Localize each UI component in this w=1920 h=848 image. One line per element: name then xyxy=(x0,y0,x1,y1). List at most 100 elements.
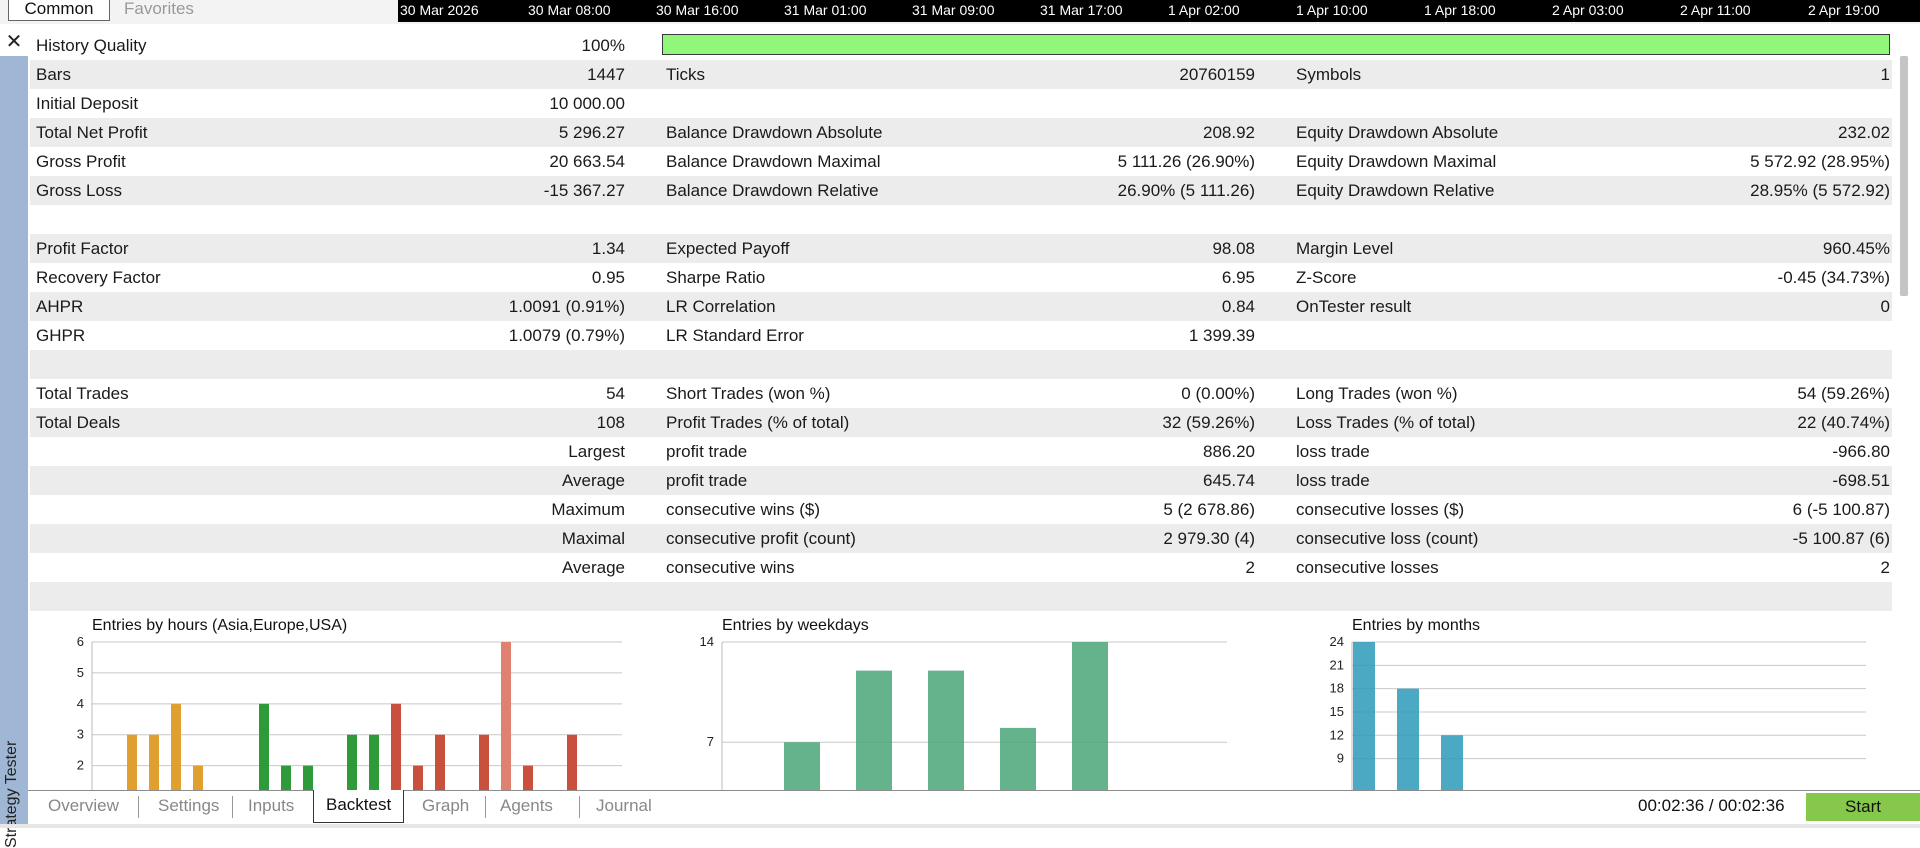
stats-spacer xyxy=(30,350,1892,379)
stats-row: Maximal consecutive profit (count) 2 979… xyxy=(30,524,1892,553)
bar xyxy=(347,734,357,790)
stats-row: Initial Deposit 10 000.00 xyxy=(30,89,1892,118)
time-tick: 30 Mar 2026 xyxy=(400,2,479,18)
long-trades-value: 54 (59.26%) xyxy=(1797,384,1890,403)
bar xyxy=(1441,735,1463,790)
bar xyxy=(1000,727,1036,790)
bar xyxy=(149,734,159,790)
vertical-scrollbar[interactable] xyxy=(1900,56,1908,296)
gross-profit-value: 20 663.54 xyxy=(549,152,625,171)
chart-entries-by-hours: Entries by hours (Asia,Europe,USA) 23456 xyxy=(30,612,630,790)
stats-row: Total Trades 54 Short Trades (won %) 0 (… xyxy=(30,379,1892,408)
time-tick: 31 Mar 01:00 xyxy=(784,2,867,18)
avg-consec-wins-value: 2 xyxy=(1245,558,1255,577)
short-trades-value: 0 (0.00%) xyxy=(1181,384,1255,403)
sharpe-ratio-value: 6.95 xyxy=(1221,268,1255,287)
stats-row: Bars 1447 Ticks 20760159 Symbols 1 xyxy=(30,60,1892,89)
tab-common[interactable]: Common xyxy=(8,0,110,21)
stats-row: History Quality 100% xyxy=(30,31,1892,60)
bar xyxy=(1397,688,1419,790)
bar xyxy=(127,734,137,790)
y-tick-label: 21 xyxy=(1330,657,1344,672)
y-tick-label: 9 xyxy=(1337,751,1344,766)
stats-row: Profit Factor 1.34 Expected Payoff 98.08… xyxy=(30,234,1892,263)
bar xyxy=(856,670,892,790)
total-net-profit-value: 5 296.27 xyxy=(558,123,625,142)
maximal-consec-profit-value: 2 979.30 (4) xyxy=(1163,529,1255,548)
elapsed-timer: 00:02:36 / 00:02:36 xyxy=(1638,796,1785,815)
y-tick-label: 5 xyxy=(77,665,84,680)
chart-entries-by-weekdays: Entries by weekdays 7 14 xyxy=(660,612,1260,790)
bottom-tab-bar: Overview Settings Inputs Backtest Graph … xyxy=(28,790,1920,825)
strategy-tester-sidebar: ✕ Strategy Tester xyxy=(0,28,28,848)
tab-overview[interactable]: Overview xyxy=(36,791,131,821)
profit-factor-value: 1.34 xyxy=(591,239,625,258)
time-scale: 30 Mar 2026 30 Mar 08:00 30 Mar 16:00 31… xyxy=(398,0,1920,22)
tab-separator xyxy=(485,796,486,818)
status-strip xyxy=(0,824,1920,828)
chart-weekdays-svg: 7 14 xyxy=(700,634,1227,790)
tab-graph[interactable]: Graph xyxy=(410,791,481,821)
total-deals-value: 108 xyxy=(596,413,625,432)
stats-row: AHPR 1.0091 (0.91%) LR Correlation 0.84 … xyxy=(30,292,1892,321)
tab-settings[interactable]: Settings xyxy=(146,791,231,821)
history-quality-value: 100% xyxy=(581,36,625,55)
equity-dd-abs-value: 232.02 xyxy=(1838,123,1890,142)
bar xyxy=(479,734,489,790)
bar xyxy=(928,670,964,790)
history-quality-bar xyxy=(662,34,1890,55)
lr-std-error-value: 1 399.39 xyxy=(1188,326,1255,345)
recovery-factor-value: 0.95 xyxy=(591,268,625,287)
largest-loss-value: -966.80 xyxy=(1832,442,1890,461)
y-tick-label: 12 xyxy=(1330,727,1344,742)
average-loss-value: -698.51 xyxy=(1832,471,1890,490)
chart-hours-svg: 2 3 4 5 6 xyxy=(77,634,622,790)
tab-backtest[interactable]: Backtest xyxy=(313,790,405,823)
time-tick: 30 Mar 16:00 xyxy=(656,2,739,18)
chart-entries-by-months: Entries by months 9 12 15 18 21 24 xyxy=(1290,612,1890,790)
bar xyxy=(391,703,401,790)
ontester-value: 0 xyxy=(1880,297,1890,316)
close-icon[interactable]: ✕ xyxy=(0,28,28,56)
tab-agents[interactable]: Agents xyxy=(488,791,565,821)
maximal-consec-loss-value: -5 100.87 (6) xyxy=(1792,529,1890,548)
time-tick: 2 Apr 19:00 xyxy=(1808,2,1880,18)
stats-row: GHPR 1.0079 (0.79%) LR Standard Error 1 … xyxy=(30,321,1892,350)
avg-consec-losses-value: 2 xyxy=(1880,558,1890,577)
tab-favorites[interactable]: Favorites xyxy=(124,0,194,20)
y-tick-label: 3 xyxy=(77,727,84,742)
loss-trades-value: 22 (40.74%) xyxy=(1797,413,1890,432)
tab-separator xyxy=(138,796,139,818)
stats-spacer xyxy=(30,205,1892,234)
sidebar-title: Strategy Tester xyxy=(3,740,20,848)
margin-level-value: 960.45% xyxy=(1822,239,1890,258)
tab-inputs[interactable]: Inputs xyxy=(236,791,306,821)
stats-row: Maximum consecutive wins ($) 5 (2 678.86… xyxy=(30,495,1892,524)
average-label: Average xyxy=(561,471,625,490)
bars-value: 1447 xyxy=(587,65,625,84)
tab-journal[interactable]: Journal xyxy=(584,791,664,821)
stats-row: Recovery Factor 0.95 Sharpe Ratio 6.95 Z… xyxy=(30,263,1892,292)
time-tick: 31 Mar 17:00 xyxy=(1040,2,1123,18)
stats-row: Gross Loss -15 367.27 Balance Drawdown R… xyxy=(30,176,1892,205)
ghpr-value: 1.0079 (0.79%) xyxy=(508,326,625,345)
backtest-statistics: History Quality 100% Bars 1447 Ticks 207… xyxy=(30,31,1892,611)
largest-profit-value: 886.20 xyxy=(1203,442,1255,461)
equity-dd-rel-value: 28.95% (5 572.92) xyxy=(1750,181,1890,200)
y-tick-label: 2 xyxy=(77,758,84,773)
bar xyxy=(259,703,269,790)
chart-months-svg: 9 12 15 18 21 24 xyxy=(1330,634,1866,790)
z-score-value: -0.45 (34.73%) xyxy=(1777,268,1890,287)
total-trades-value: 54 xyxy=(606,384,625,403)
bar xyxy=(1072,642,1108,790)
y-tick-label: 24 xyxy=(1330,634,1344,649)
y-tick-label: 6 xyxy=(77,634,84,649)
lr-correlation-value: 0.84 xyxy=(1221,297,1255,316)
bar xyxy=(413,765,423,790)
bar xyxy=(1353,642,1375,790)
time-tick: 1 Apr 18:00 xyxy=(1424,2,1496,18)
ticks-value: 20760159 xyxy=(1179,65,1255,84)
start-button[interactable]: Start xyxy=(1806,793,1920,821)
stats-row: Gross Profit 20 663.54 Balance Drawdown … xyxy=(30,147,1892,176)
y-tick-label: 14 xyxy=(700,634,714,649)
